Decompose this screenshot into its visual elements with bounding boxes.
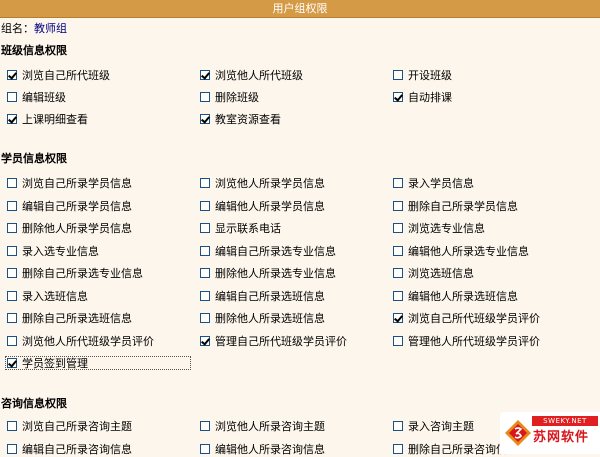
checkbox[interactable] [393, 291, 403, 301]
checkbox-label[interactable]: 录入选班信息 [22, 290, 88, 304]
checkbox-label[interactable]: 管理自己所代班级学员评价 [215, 335, 347, 349]
checkbox-label[interactable]: 编辑自己所录选专业信息 [215, 245, 336, 259]
checkbox[interactable] [7, 444, 17, 454]
checkbox-label[interactable]: 删除自己所录学员信息 [408, 200, 518, 214]
group-name-value: 教师组 [34, 22, 67, 35]
checkbox-label[interactable]: 浏览选班信息 [408, 267, 474, 281]
checkbox-label[interactable]: 编辑他人所录选班信息 [408, 290, 518, 304]
checkbox[interactable] [7, 313, 17, 323]
checkbox[interactable] [200, 70, 210, 80]
checkbox-label[interactable]: 编辑自己所录选班信息 [215, 290, 325, 304]
checkbox[interactable] [7, 114, 17, 124]
checkbox[interactable] [7, 223, 17, 233]
watermark-url: SWEKY.NET [532, 416, 598, 426]
checkbox-label[interactable]: 浏览他人所代班级学员评价 [22, 335, 154, 349]
checkbox-label[interactable]: 浏览选专业信息 [408, 222, 485, 236]
checkbox[interactable] [393, 268, 403, 278]
checkbox[interactable] [7, 178, 17, 188]
checkbox[interactable] [393, 336, 403, 346]
checkbox-label[interactable]: 删除他人所录选班信息 [215, 312, 325, 326]
checkbox-label[interactable]: 浏览自己所代班级 [22, 69, 110, 83]
checkbox-label[interactable]: 教室资源查看 [215, 113, 281, 127]
checkbox-label[interactable]: 管理他人所代班级学员评价 [408, 335, 540, 349]
checkbox[interactable] [200, 178, 210, 188]
watermark-logo-icon [505, 420, 531, 446]
checkbox[interactable] [200, 421, 210, 431]
window-title-bar: 用户组权限 [0, 0, 600, 18]
checkbox-label[interactable]: 上课明细查看 [22, 113, 88, 127]
checkbox-label[interactable]: 删除自己所录选班信息 [22, 312, 132, 326]
checkbox-label[interactable]: 编辑他人所录学员信息 [215, 200, 325, 214]
checkbox[interactable] [7, 246, 17, 256]
checkbox[interactable] [393, 444, 403, 454]
checkbox-label[interactable]: 浏览他人所录学员信息 [215, 177, 325, 191]
checkbox[interactable] [200, 313, 210, 323]
checkbox[interactable] [200, 268, 210, 278]
section-title-student: 学员信息权限 [1, 152, 67, 165]
checkbox[interactable] [393, 70, 403, 80]
checkbox[interactable] [200, 92, 210, 102]
checkbox[interactable] [7, 421, 17, 431]
checkbox[interactable] [200, 444, 210, 454]
checkbox-label[interactable]: 删除他人所录选专业信息 [215, 267, 336, 281]
checkbox-label[interactable]: 删除班级 [215, 91, 259, 105]
checkbox[interactable] [200, 114, 210, 124]
group-name-label: 组名： [1, 22, 34, 35]
section-title-consult: 咨询信息权限 [1, 397, 67, 410]
group-name-row: 组名：教师组 [1, 22, 67, 36]
checkbox[interactable] [7, 92, 17, 102]
checkbox[interactable] [393, 223, 403, 233]
section-title-class: 班级信息权限 [1, 44, 67, 57]
checkbox-label[interactable]: 删除自己所录选专业信息 [22, 267, 143, 281]
focus-outline [5, 356, 191, 370]
checkbox-label[interactable]: 删除他人所录学员信息 [22, 222, 132, 236]
checkbox-label[interactable]: 浏览自己所代班级学员评价 [408, 312, 540, 326]
checkbox[interactable] [7, 291, 17, 301]
checkbox-label[interactable]: 录入学员信息 [408, 177, 474, 191]
checkbox-label[interactable]: 浏览他人所代班级 [215, 69, 303, 83]
checkbox[interactable] [393, 201, 403, 211]
checkbox[interactable] [200, 246, 210, 256]
checkbox-label[interactable]: 录入咨询主题 [408, 420, 474, 434]
checkbox-label[interactable]: 浏览自己所录咨询主题 [22, 420, 132, 434]
watermark-name: 苏网软件 [533, 430, 590, 445]
checkbox[interactable] [7, 201, 17, 211]
checkbox-label[interactable]: 编辑自己所录咨询信息 [22, 443, 132, 457]
checkbox-label[interactable]: 编辑自己所录学员信息 [22, 200, 132, 214]
checkbox[interactable] [393, 421, 403, 431]
window-title: 用户组权限 [272, 2, 328, 15]
checkbox[interactable] [7, 70, 17, 80]
checkbox[interactable] [200, 201, 210, 211]
watermark: SWEKY.NET 苏网软件 [500, 412, 600, 454]
checkbox[interactable] [393, 313, 403, 323]
checkbox-label[interactable]: 开设班级 [408, 69, 452, 83]
checkbox[interactable] [393, 246, 403, 256]
checkbox[interactable] [393, 92, 403, 102]
checkbox-label[interactable]: 编辑他人所录选专业信息 [408, 245, 529, 259]
checkbox-label[interactable]: 自动排课 [408, 91, 452, 105]
checkbox-label[interactable]: 编辑他人所录咨询信息 [215, 443, 325, 457]
checkbox[interactable] [7, 268, 17, 278]
checkbox-label[interactable]: 浏览自己所录学员信息 [22, 177, 132, 191]
checkbox-label[interactable]: 录入选专业信息 [22, 245, 99, 259]
checkbox[interactable] [200, 336, 210, 346]
checkbox[interactable] [200, 223, 210, 233]
checkbox-label[interactable]: 显示联系电话 [215, 222, 281, 236]
checkbox[interactable] [7, 336, 17, 346]
checkbox[interactable] [393, 178, 403, 188]
checkbox[interactable] [200, 291, 210, 301]
checkbox-label[interactable]: 浏览他人所录咨询主题 [215, 420, 325, 434]
checkbox-label[interactable]: 编辑班级 [22, 91, 66, 105]
